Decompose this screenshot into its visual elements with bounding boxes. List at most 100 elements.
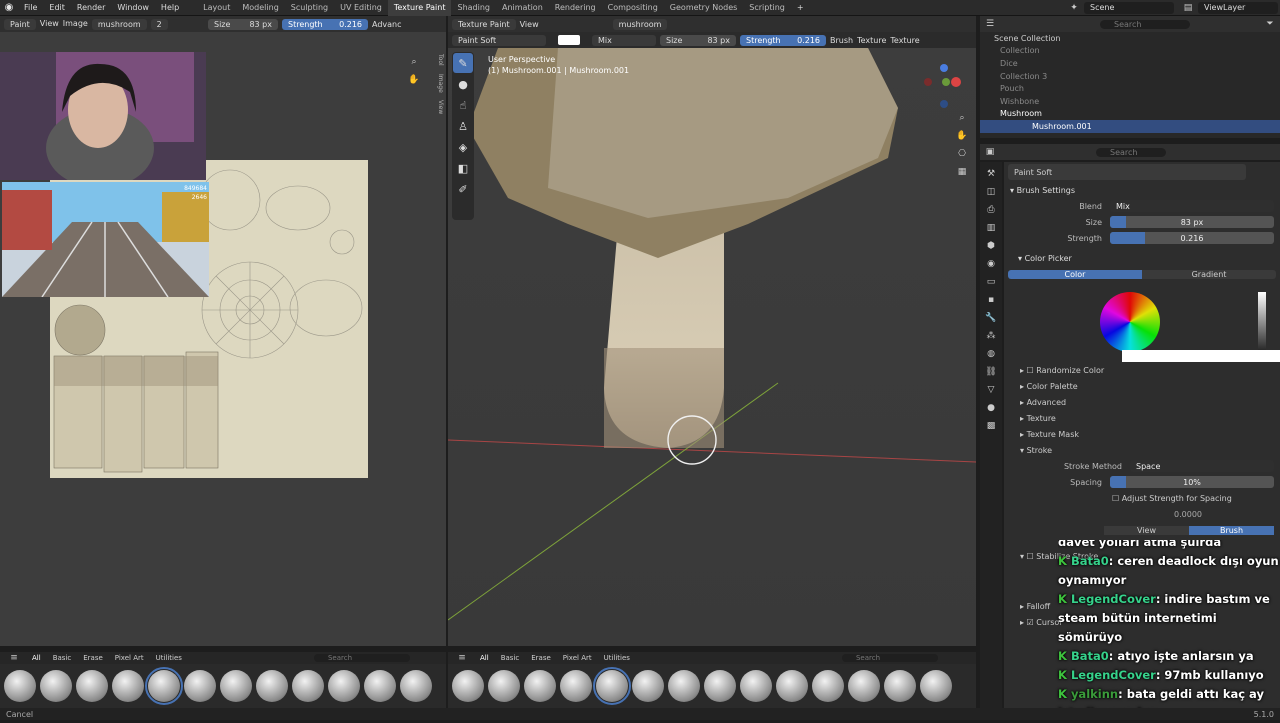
color-swatch[interactable] xyxy=(558,35,580,45)
brush-toggle[interactable]: Brush xyxy=(1189,525,1274,535)
category-all[interactable]: All xyxy=(32,654,41,662)
outliner-item-wishbone[interactable]: Wishbone xyxy=(980,95,1280,108)
brush-thumbnail[interactable] xyxy=(704,670,736,702)
soften-tool-icon[interactable]: ● xyxy=(453,74,473,94)
category-basic[interactable]: Basic xyxy=(53,654,72,662)
zoom-icon[interactable]: ⌕ xyxy=(956,112,968,124)
brush-selector[interactable]: Paint Soft xyxy=(452,34,546,46)
constraints-tab-icon[interactable]: ⛓ xyxy=(985,366,997,378)
stroke-section[interactable]: ▾ Stroke xyxy=(1004,442,1280,458)
menu-help[interactable]: Help xyxy=(155,3,185,12)
brush-search-input[interactable]: Search xyxy=(313,654,410,662)
output-tab-icon[interactable]: ⎙ xyxy=(985,204,997,216)
tab-image[interactable]: Image xyxy=(430,74,444,93)
add-workspace-button[interactable]: + xyxy=(791,3,810,12)
texture-paint-mode-dropdown[interactable]: Texture Paint xyxy=(452,18,516,30)
viewport-size-field[interactable]: Size 83 px xyxy=(660,34,736,46)
brush-thumbnail[interactable] xyxy=(812,670,844,702)
texture-mask-section[interactable]: ▸ Texture Mask xyxy=(1004,426,1280,442)
tab-compositing[interactable]: Compositing xyxy=(602,0,664,16)
modifier-tab-icon[interactable]: 🔧 xyxy=(985,312,997,324)
view-layer-tab-icon[interactable]: ▥ xyxy=(985,222,997,234)
tool-tab-icon[interactable]: ⚒ xyxy=(985,168,997,180)
value-slider[interactable] xyxy=(1258,292,1266,352)
brush-thumbnail[interactable] xyxy=(220,670,252,702)
color-wheel[interactable] xyxy=(1100,292,1160,352)
fill-tool-icon[interactable]: ◈ xyxy=(453,137,473,157)
physics-tab-icon[interactable]: ◍ xyxy=(985,348,997,360)
brush-thumbnail[interactable] xyxy=(4,670,36,702)
viewport-view-menu[interactable]: View xyxy=(520,20,539,29)
brush-search-input[interactable]: Search xyxy=(841,654,938,662)
collection-tab-icon[interactable]: ▭ xyxy=(985,276,997,288)
color-wheel-area[interactable] xyxy=(1004,282,1280,362)
camera-icon[interactable]: ⎔ xyxy=(956,148,968,160)
tab-texture-paint[interactable]: Texture Paint xyxy=(387,0,452,16)
blender-logo-icon[interactable]: ◉ xyxy=(0,2,18,13)
brush-thumbnail[interactable] xyxy=(776,670,808,702)
brush-thumbnail[interactable] xyxy=(848,670,880,702)
tab-animation[interactable]: Animation xyxy=(496,0,549,16)
brush-thumbnail[interactable] xyxy=(364,670,396,702)
brush-thumbnail[interactable] xyxy=(524,670,556,702)
hand-pan-icon[interactable]: ✋ xyxy=(956,130,968,142)
brush-thumbnail[interactable] xyxy=(560,670,592,702)
category-pixel-art[interactable]: Pixel Art xyxy=(563,654,592,662)
current-color-swatch[interactable] xyxy=(1122,350,1280,362)
image-menu[interactable]: Image xyxy=(63,19,88,30)
viewport-strength-field[interactable]: Strength 0.216 xyxy=(740,34,826,46)
tab-uv-editing[interactable]: UV Editing xyxy=(334,0,388,16)
view-toggle[interactable]: View xyxy=(1104,525,1189,535)
menu-file[interactable]: File xyxy=(18,3,43,12)
render-tab-icon[interactable]: ◫ xyxy=(985,186,997,198)
object-tab-icon[interactable]: ▪ xyxy=(985,294,997,306)
brush-thumbnail[interactable] xyxy=(40,670,72,702)
tab-view-side[interactable]: View xyxy=(430,100,444,114)
category-utilities[interactable]: Utilities xyxy=(604,654,630,662)
tab-tool[interactable]: Tool xyxy=(430,54,444,66)
jitter-value[interactable]: 0.0000 xyxy=(1004,506,1280,522)
outliner-item-collection-3[interactable]: Collection 3 xyxy=(980,70,1280,83)
brush-thumbnail[interactable] xyxy=(76,670,108,702)
tab-shading[interactable]: Shading xyxy=(451,0,496,16)
image-name-field[interactable]: mushroom xyxy=(91,18,147,30)
view-layer-selector[interactable]: ViewLayer xyxy=(1198,2,1278,14)
spacing-slider[interactable]: 10% xyxy=(1110,476,1274,488)
brush-thumbnail[interactable] xyxy=(328,670,360,702)
view-menu[interactable]: View xyxy=(40,19,59,30)
smear-tool-icon[interactable]: ☝ xyxy=(453,95,473,115)
brush-thumbnail[interactable] xyxy=(920,670,952,702)
category-all[interactable]: All xyxy=(480,654,489,662)
blend-dropdown[interactable]: Mix xyxy=(1110,200,1274,212)
outliner-item-mushroom[interactable]: Mushroom xyxy=(980,108,1280,121)
properties-search-input[interactable]: Search xyxy=(1096,147,1166,157)
stroke-method-dropdown[interactable]: Space xyxy=(1130,460,1274,472)
object-selector[interactable]: mushroom xyxy=(612,18,668,30)
gradient-tab[interactable]: Gradient xyxy=(1142,269,1276,279)
clone-tool-icon[interactable]: ♙ xyxy=(453,116,473,136)
brush-thumbnail[interactable] xyxy=(740,670,772,702)
menu-window[interactable]: Window xyxy=(111,3,155,12)
draw-tool-icon[interactable]: ✎ xyxy=(453,53,473,73)
brush-thumbnail[interactable] xyxy=(884,670,916,702)
data-tab-icon[interactable]: ▽ xyxy=(985,384,997,396)
brush-menu[interactable]: Brush xyxy=(830,36,853,45)
menu-edit[interactable]: Edit xyxy=(43,3,71,12)
tab-sculpting[interactable]: Sculpting xyxy=(285,0,334,16)
menu-icon[interactable]: ≡ xyxy=(8,652,20,664)
scene-tab-icon[interactable]: ⬢ xyxy=(985,240,997,252)
category-erase[interactable]: Erase xyxy=(83,654,103,662)
brush-thumbnail-selected[interactable] xyxy=(593,667,631,705)
paint-mode-dropdown[interactable]: Paint xyxy=(4,18,36,30)
brush-thumbnail[interactable] xyxy=(184,670,216,702)
blend-dropdown[interactable]: Mix xyxy=(592,34,656,46)
zoom-icon[interactable]: ⌕ xyxy=(408,56,420,68)
brush-thumbnail[interactable] xyxy=(400,670,432,702)
annotate-tool-icon[interactable]: ✐ xyxy=(453,179,473,199)
texture-section[interactable]: ▸ Texture xyxy=(1004,410,1280,426)
brush-thumbnail[interactable] xyxy=(256,670,288,702)
tab-layout[interactable]: Layout xyxy=(197,0,236,16)
brush-settings-header[interactable]: ▾ Brush Settings xyxy=(1004,182,1280,198)
size-slider[interactable]: 83 px xyxy=(1110,216,1274,228)
menu-render[interactable]: Render xyxy=(71,3,111,12)
